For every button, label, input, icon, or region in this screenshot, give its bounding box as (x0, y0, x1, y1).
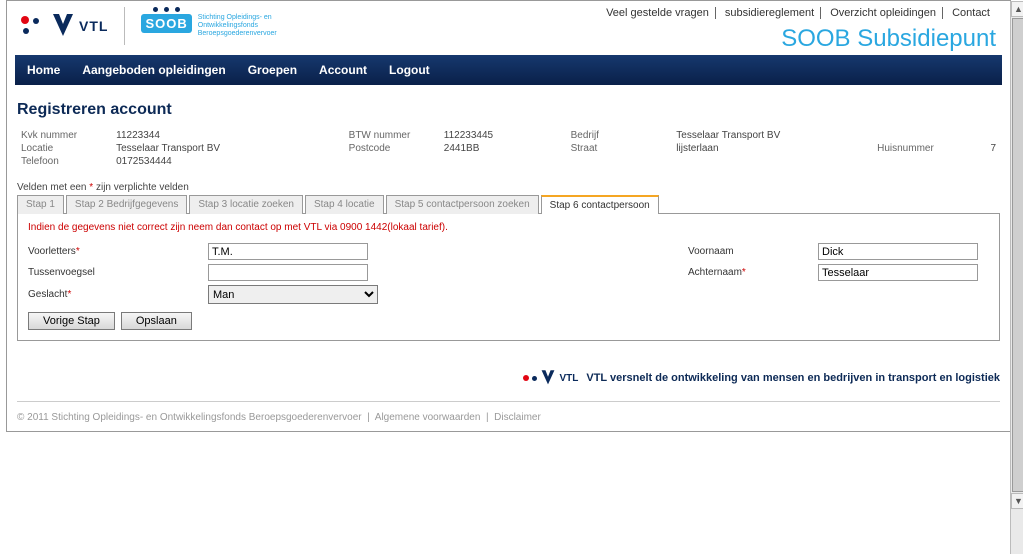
vtl-mini-text: VTL (559, 373, 578, 384)
geslacht-label: Geslacht* (28, 289, 208, 300)
wizard-tabs: Stap 1 Stap 2 Bedrijfgegevens Stap 3 loc… (17, 195, 1000, 214)
footer-line: © 2011 Stichting Opleidings- en Ontwikke… (17, 401, 1000, 423)
scroll-down-button[interactable]: ▼ (1011, 493, 1023, 509)
soob-logo: SOOB Stichting Opleidings- en Ontwikkeli… (141, 14, 283, 38)
tussenvoegsel-label: Tussenvoegsel (28, 267, 208, 278)
telefoon-label: Telefoon (17, 155, 112, 168)
vtl-arrow-icon (540, 369, 556, 387)
tab-stap3[interactable]: Stap 3 locatie zoeken (189, 195, 303, 214)
soob-logo-subtitle: Stichting Opleidings- en Ontwikkelingsfo… (198, 14, 284, 38)
tussenvoegsel-input[interactable] (208, 264, 368, 281)
kvk-value: 11223344 (112, 129, 345, 142)
footer-algemene-voorwaarden[interactable]: Algemene voorwaarden (375, 412, 481, 423)
btw-label: BTW nummer (345, 129, 440, 142)
menu-groepen[interactable]: Groepen (248, 63, 297, 77)
tab-panel-stap6: Indien de gegevens niet correct zijn nee… (17, 213, 1000, 341)
logo-area: VTL SOOB Stichting Opleidings- en Ontwik… (21, 7, 284, 45)
huisnummer-label: Huisnummer (873, 142, 968, 155)
nav-subsidy-rules[interactable]: subsidiereglement (719, 7, 821, 19)
page-title: Registreren account (17, 101, 1000, 119)
nav-trainings-overview[interactable]: Overzicht opleidingen (824, 7, 943, 19)
prev-step-button[interactable]: Vorige Stap (28, 312, 115, 330)
brand-title: SOOB Subsidiepunt (781, 25, 996, 53)
huisnummer-value: 7 (968, 142, 1000, 155)
main-menu: Home Aangeboden opleidingen Groepen Acco… (15, 55, 1002, 85)
telefoon-value: 0172534444 (112, 155, 345, 168)
account-summary: Kvk nummer 11223344 BTW nummer 112233445… (17, 129, 1000, 168)
locatie-value: Tesselaar Transport BV (112, 142, 345, 155)
vtl-mini-logo: VTL (523, 369, 578, 387)
save-button[interactable]: Opslaan (121, 312, 192, 330)
menu-logout[interactable]: Logout (389, 63, 430, 77)
footer-banner: VTL VTL versnelt de ontwikkeling van men… (17, 369, 1000, 387)
tab-stap6[interactable]: Stap 6 contactpersoon (541, 195, 659, 214)
voorletters-label: Voorletters* (28, 246, 208, 257)
footer-banner-text: VTL versnelt de ontwikkeling van mensen … (586, 372, 1000, 384)
required-fields-note: Velden met een * zijn verplichte velden (17, 182, 1000, 193)
logo-divider (124, 7, 125, 45)
voornaam-label: Voornaam (688, 246, 818, 257)
postcode-value: 2441BB (440, 142, 567, 155)
voornaam-input[interactable] (818, 243, 978, 260)
nav-faq[interactable]: Veel gestelde vragen (600, 7, 716, 19)
postcode-label: Postcode (345, 142, 440, 155)
soob-logo-box: SOOB (141, 14, 191, 33)
menu-aangeboden-opleidingen[interactable]: Aangeboden opleidingen (82, 63, 225, 77)
footer-copyright: © 2011 Stichting Opleidings- en Ontwikke… (17, 412, 362, 423)
tab-stap5[interactable]: Stap 5 contactpersoon zoeken (386, 195, 539, 214)
header: VTL SOOB Stichting Opleidings- en Ontwik… (15, 1, 1002, 55)
straat-value: lijsterlaan (672, 142, 873, 155)
bedrijf-label: Bedrijf (567, 129, 673, 142)
bedrijf-value: Tesselaar Transport BV (672, 129, 873, 142)
tab-stap2[interactable]: Stap 2 Bedrijfgegevens (66, 195, 187, 214)
vertical-scrollbar[interactable]: ▲ ▼ (1010, 1, 1023, 554)
menu-home[interactable]: Home (27, 63, 60, 77)
straat-label: Straat (567, 142, 673, 155)
scroll-up-button[interactable]: ▲ (1011, 1, 1023, 17)
voorletters-input[interactable] (208, 243, 368, 260)
tab-stap4[interactable]: Stap 4 locatie (305, 195, 384, 214)
vtl-logo-text: VTL (79, 18, 108, 34)
vtl-logo: VTL (21, 12, 108, 40)
locatie-label: Locatie (17, 142, 112, 155)
top-nav: Veel gestelde vragen subsidiereglement O… (600, 7, 996, 19)
incorrect-data-alert: Indien de gegevens niet correct zijn nee… (28, 222, 989, 233)
scroll-thumb[interactable] (1012, 18, 1023, 492)
footer-disclaimer[interactable]: Disclaimer (494, 412, 541, 423)
soob-logo-text: SOOB (145, 16, 187, 31)
vtl-arrow-icon (51, 12, 75, 40)
achternaam-label: Achternaam* (688, 267, 818, 278)
btw-value: 112233445 (440, 129, 567, 142)
achternaam-input[interactable] (818, 264, 978, 281)
nav-contact[interactable]: Contact (946, 7, 996, 19)
tab-stap1[interactable]: Stap 1 (17, 195, 64, 214)
menu-account[interactable]: Account (319, 63, 367, 77)
geslacht-select[interactable]: Man (208, 285, 378, 304)
kvk-label: Kvk nummer (17, 129, 112, 142)
